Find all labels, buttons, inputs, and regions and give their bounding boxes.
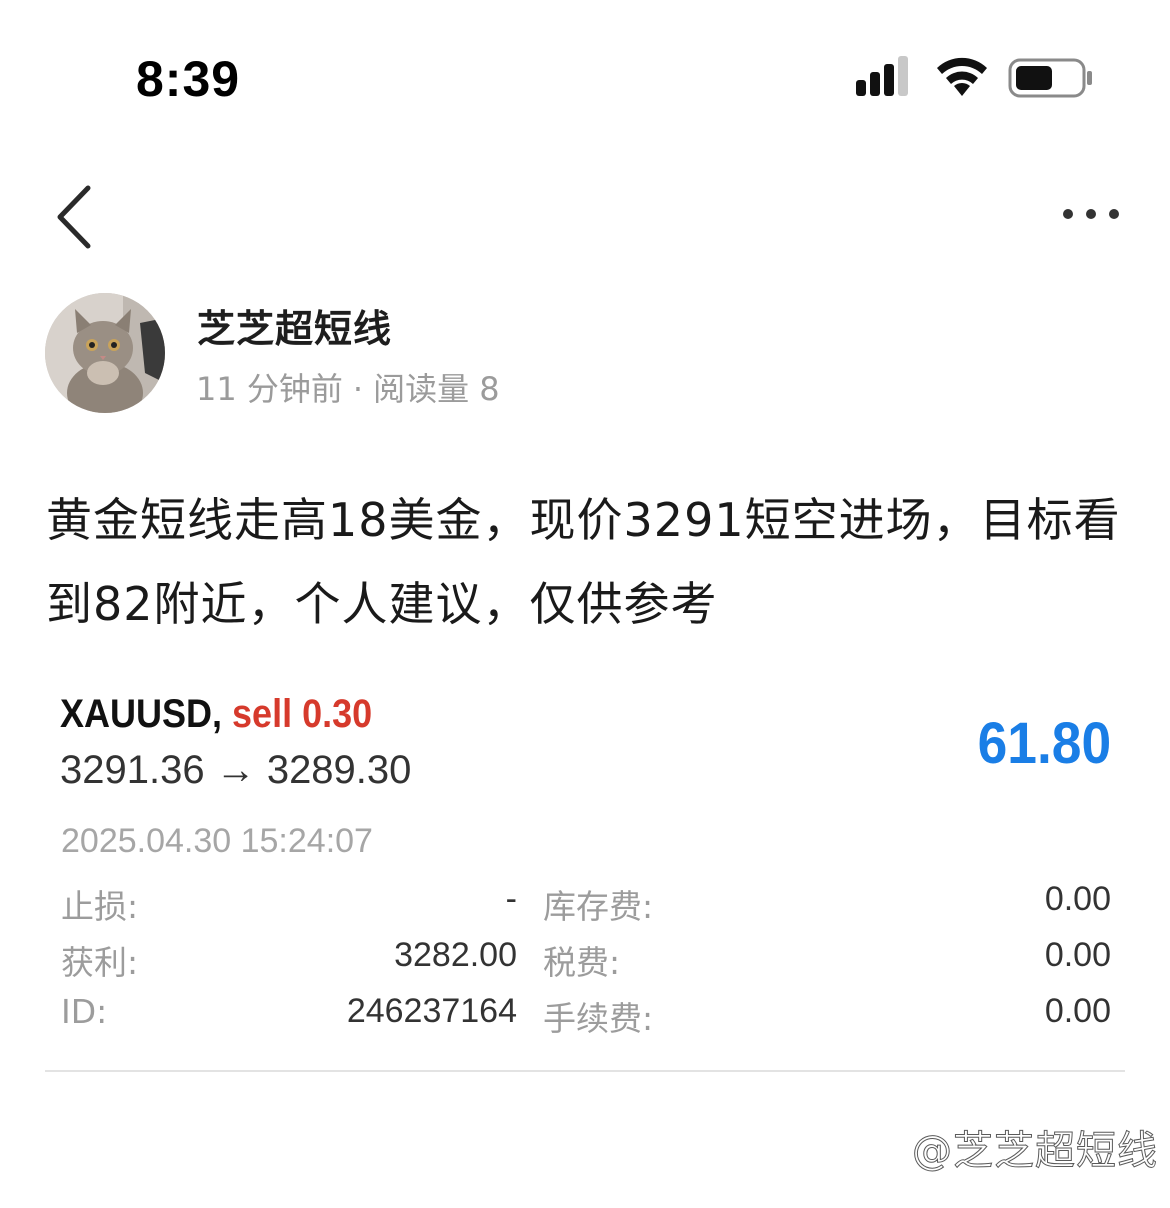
back-icon[interactable]: [48, 182, 104, 252]
battery-icon: [1008, 58, 1092, 98]
watermark: @芝芝超短线: [912, 1128, 1158, 1175]
detail-value: -: [505, 880, 517, 918]
author-name[interactable]: 芝芝超短线: [197, 298, 392, 353]
trade-card[interactable]: XAUUSD, sell 0.30 3291.36 → 3289.30 61.8…: [45, 680, 1125, 1072]
detail-value: 3282.00: [394, 936, 517, 974]
detail-label: 库存费:: [543, 887, 654, 926]
cat-avatar-image: [45, 293, 165, 413]
post-body-text: 黄金短线走高18美金，现价3291短空进场，目标看到82附近，个人建议，仅供参考: [46, 493, 1121, 631]
trade-side: sell 0.30: [232, 692, 373, 736]
read-count: 阅读量 8: [373, 370, 500, 408]
status-time: 8:39: [136, 51, 241, 107]
detail-value: 246237164: [346, 992, 517, 1030]
trade-price-range: 3291.36 → 3289.30: [60, 748, 412, 792]
detail-label: ID:: [61, 992, 108, 1031]
post-meta: 11 分钟前 · 阅读量 8: [196, 364, 500, 410]
wifi-icon: [937, 57, 987, 96]
trade-symbol: XAUUSD,: [60, 692, 223, 736]
detail-value: 0.00: [1044, 992, 1111, 1030]
detail-row: ID: 246237164 手续费: 0.00: [45, 992, 1125, 1042]
detail-value: 0.00: [1044, 880, 1111, 918]
trade-profit: 61.80: [977, 711, 1111, 776]
author-avatar[interactable]: [45, 293, 165, 413]
detail-label: 获利:: [61, 943, 139, 982]
post-detail-page: 8:39 芝芝超短线 11 分钟前 · 阅读量 8 黄金短线走高18美金，现价3…: [0, 0, 1170, 1208]
post-time: 11 分钟前: [196, 370, 343, 408]
detail-row: 获利: 3282.00 税费: 0.00: [45, 936, 1125, 986]
detail-label: 税费:: [543, 943, 621, 982]
trade-date: 2025.04.30 15:24:07: [61, 822, 373, 860]
trade-symbol-line: XAUUSD, sell 0.30: [60, 692, 372, 737]
cellular-signal-icon: [856, 56, 908, 96]
detail-value: 0.00: [1044, 936, 1111, 974]
detail-label: 手续费:: [543, 999, 654, 1038]
detail-label: 止损:: [61, 887, 139, 926]
detail-row: 止损: - 库存费: 0.00: [45, 880, 1125, 930]
meta-separator: ·: [352, 370, 364, 408]
status-bar: 8:39: [0, 0, 1170, 150]
more-options-icon[interactable]: [1056, 196, 1126, 232]
